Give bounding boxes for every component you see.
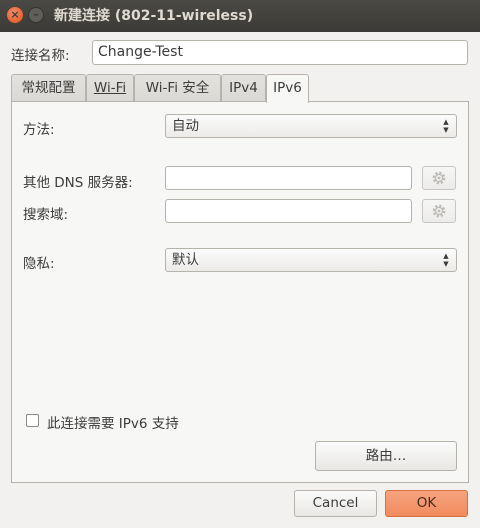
gear-icon — [432, 171, 446, 185]
close-icon[interactable]: × — [7, 7, 23, 23]
search-domains-input[interactable] — [165, 199, 412, 223]
window-title: 新建连接 (802-11-wireless) — [54, 8, 254, 24]
require-ipv6-label: 此连接需要 IPv6 支持 — [47, 416, 179, 432]
privacy-combobox[interactable]: 默认 ▲ ▼ — [165, 248, 457, 272]
cancel-button[interactable]: Cancel — [294, 490, 377, 517]
privacy-label: 隐私: — [23, 256, 55, 272]
require-ipv6-checkbox[interactable] — [26, 414, 39, 427]
method-combobox[interactable]: 自动 ▲ ▼ — [165, 114, 457, 138]
routes-button[interactable]: 路由… — [315, 441, 457, 471]
connection-name-label: 连接名称: — [11, 48, 70, 64]
tab-wifi[interactable]: Wi-Fi — [86, 74, 134, 102]
search-domains-edit-button[interactable] — [422, 199, 456, 223]
connection-name-input[interactable]: Change-Test — [92, 40, 468, 65]
dns-edit-button[interactable] — [422, 166, 456, 190]
privacy-value: 默认 — [172, 252, 199, 268]
updown-arrow-icon: ▲ ▼ — [443, 252, 449, 268]
minimize-icon[interactable]: – — [28, 7, 44, 23]
updown-arrow-icon: ▲ ▼ — [443, 118, 449, 134]
method-value: 自动 — [172, 118, 199, 134]
gear-icon — [432, 204, 446, 218]
tab-ipv6[interactable]: IPv6 — [266, 74, 309, 103]
tab-ipv4[interactable]: IPv4 — [221, 74, 266, 102]
ok-button[interactable]: OK — [385, 490, 468, 517]
dns-servers-label: 其他 DNS 服务器: — [23, 175, 133, 191]
title-bar: × – 新建连接 (802-11-wireless) — [0, 0, 480, 32]
tab-wifi-security[interactable]: Wi-Fi 安全 — [134, 74, 221, 102]
tab-general[interactable]: 常规配置 — [11, 74, 86, 102]
search-domains-label: 搜索域: — [23, 207, 69, 223]
method-label: 方法: — [23, 122, 55, 138]
dns-servers-input[interactable] — [165, 166, 412, 190]
